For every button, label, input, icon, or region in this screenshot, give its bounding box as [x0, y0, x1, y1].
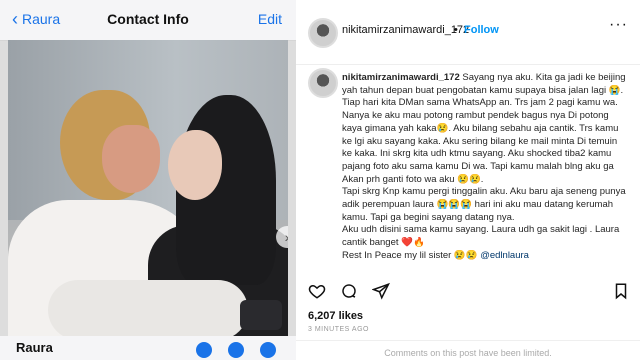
video-icon[interactable] [228, 342, 244, 358]
contact-actions [196, 342, 276, 358]
avatar[interactable] [308, 18, 338, 48]
post-image: ‹ Raura Contact Info Edit › Raura [0, 0, 296, 360]
caption-line: ke lgi aku sayang kaka. Aku sering bilan… [342, 135, 618, 147]
caption-line: Nanya ke aku mau potong rambut pendek ba… [342, 110, 609, 122]
caption-line: nikitamirzanimawardi_172 Sayang nya aku.… [342, 72, 626, 83]
caption-avatar[interactable] [308, 68, 338, 98]
share-icon[interactable] [372, 282, 390, 300]
comments-limited-notice: Comments on this post have been limited. [384, 348, 552, 358]
separator-dot: • [454, 24, 458, 36]
bookmark-icon[interactable] [612, 282, 630, 300]
post-caption: nikitamirzanimawardi_172 Sayang nya aku.… [342, 72, 632, 263]
heart-icon[interactable] [308, 282, 326, 300]
caption-line: Tapi skrg Knp kamu pergi tinggalin aku. … [342, 186, 626, 198]
comment-icon[interactable] [340, 282, 358, 300]
caption-line: kaya gimana yah kaka😢. Aku bilang sebahu… [342, 122, 619, 134]
caption-line: adik perempuan laura 😭😭😭 hari ini aku ma… [342, 199, 614, 211]
message-icon[interactable] [196, 342, 212, 358]
caption-line: cantik banget ❤️🔥 [342, 237, 425, 249]
post-panel: nikitamirzanimawardi_172 • Follow ··· ni… [296, 0, 640, 360]
username-link[interactable]: nikitamirzanimawardi_172 [342, 24, 469, 36]
contact-name: Raura [16, 340, 53, 355]
follow-button[interactable]: Follow [464, 24, 499, 36]
likes-count[interactable]: 6,207 likes [308, 310, 363, 322]
screenshot-frame: ‹ Raura Contact Info Edit › Raura [0, 0, 640, 360]
caption-line: Akan prh ganti foto wa aku 😢😢. [342, 173, 484, 185]
post-timestamp: 3 MINUTES AGO [308, 326, 369, 333]
caption-username[interactable]: nikitamirzanimawardi_172 [342, 72, 460, 83]
contact-photo: › [8, 40, 288, 336]
caption-line: pajang foto aku sama kamu Di wa. Tapi ka… [342, 160, 614, 172]
caption-line: Aku udh disini sama kamu sayang. Laura u… [342, 224, 620, 236]
caption-line: Tiap hari kita DMan sama WhatsApp an. Tr… [342, 97, 618, 109]
edit-button[interactable]: Edit [258, 11, 282, 27]
caption-line: Rest In Peace my lil sister 😢😢 @edlnlaur… [342, 249, 529, 261]
mention-link[interactable]: @edlnlaura [480, 250, 529, 261]
contact-info-title: Contact Info [107, 11, 189, 27]
phone-icon[interactable] [260, 342, 276, 358]
more-options-icon[interactable]: ··· [609, 16, 628, 34]
caption-line: yah tahun depan buat pengobatan kamu sup… [342, 84, 624, 96]
caption-line: ke kaka. Ini skrg kita udh ktmu sayang. … [342, 148, 612, 160]
post-actions [308, 282, 390, 300]
caption-line: kamu. Tapi ga begini sayang datang nya. [342, 211, 515, 223]
post-header: nikitamirzanimawardi_172 • Follow ··· [296, 0, 640, 65]
contact-info-header: ‹ Raura Contact Info Edit [0, 0, 296, 41]
contact-name-bar: Raura [0, 336, 296, 360]
